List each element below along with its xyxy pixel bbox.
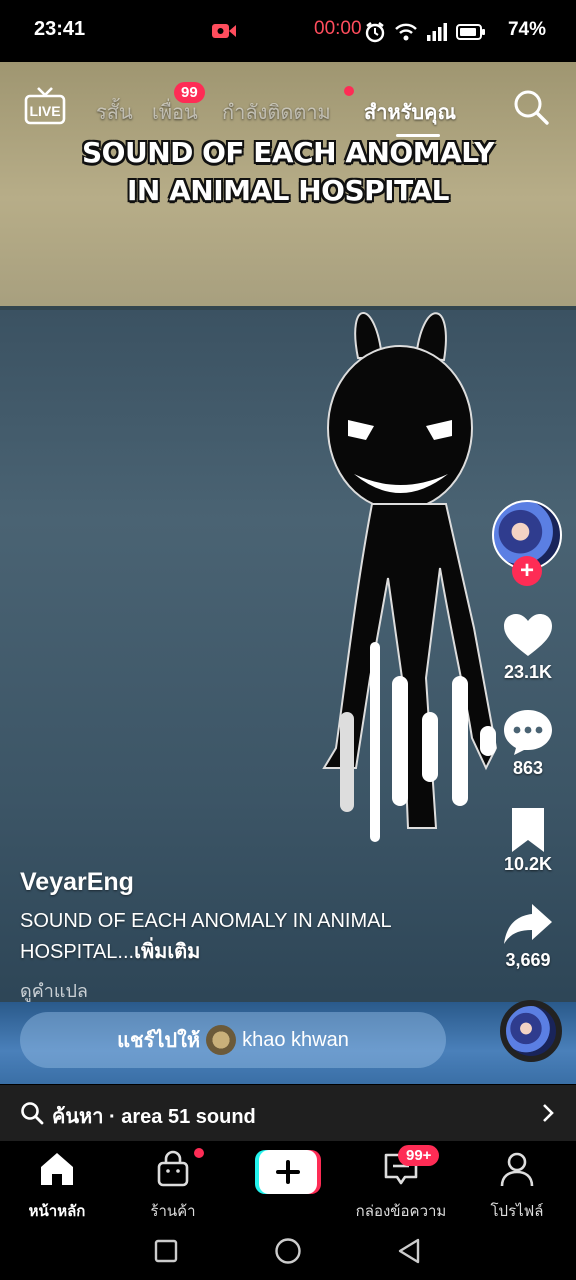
search-separator: · [103, 1106, 122, 1128]
screen-record-icon [212, 24, 236, 38]
following-notification-dot [344, 86, 354, 96]
share-pill-friend-name: khao khwan [242, 1028, 349, 1051]
follow-plus-button[interactable]: + [512, 556, 542, 586]
signal-icon [427, 23, 447, 41]
author-name[interactable]: VeyarEng [20, 868, 134, 897]
tab-for-you[interactable]: สำหรับคุณ [364, 96, 456, 128]
status-bar: 23:41 00:00 74% [0, 0, 576, 62]
top-feed-tabs: รสั้น เพื่อน กำลังติดตาม สำหรับคุณ [0, 86, 576, 130]
status-icons [364, 20, 486, 44]
share-to-friend-pill[interactable]: แชร์ไปให้ khao khwan [20, 1012, 446, 1068]
profile-icon [500, 1152, 534, 1187]
friends-notification-badge: 99 [174, 82, 205, 103]
like-count: 23.1K [503, 662, 553, 682]
share-pill-prefix: แชร์ไปให้ [117, 1030, 201, 1052]
search-icon [21, 1102, 44, 1125]
video-caption[interactable]: SOUND OF EACH ANOMALY IN ANIMAL HOSPITAL… [20, 906, 460, 968]
home-circle-icon[interactable] [274, 1237, 302, 1265]
see-more-link[interactable]: เพิ่มเติม [134, 941, 200, 963]
chevron-right-icon [543, 1104, 554, 1122]
search-icon[interactable] [512, 88, 550, 126]
audio-wave-overlay [340, 642, 496, 842]
clock: 23:41 [34, 18, 86, 40]
video-overlay-title: SOUND OF EACH ANOMALY IN ANIMAL HOSPITAL [81, 136, 495, 207]
shopping-bag-icon [157, 1150, 189, 1187]
share-arrow-icon[interactable] [502, 900, 554, 948]
nav-home[interactable]: หน้าหลัก [2, 1149, 112, 1220]
nav-profile[interactable]: โปรไฟล์ [462, 1149, 572, 1220]
bookmark-icon[interactable] [502, 806, 554, 854]
home-icon [41, 1153, 73, 1185]
translate-link[interactable]: ดูคำแปล [20, 976, 88, 1005]
friend-avatar [206, 1025, 237, 1055]
battery-icon [456, 24, 485, 40]
recording-timer: 00:00 [314, 18, 362, 39]
related-search-bar[interactable]: ค้นหา · area 51 sound [0, 1085, 576, 1141]
recent-apps-icon[interactable] [154, 1239, 178, 1263]
battery-percent: 74% [507, 19, 546, 40]
related-search-text: ค้นหา · area 51 sound [52, 1100, 256, 1132]
share-count: 3,669 [505, 950, 551, 970]
back-icon[interactable] [396, 1237, 422, 1265]
bookmark-count: 10.2K [503, 854, 553, 874]
wifi-icon [395, 23, 417, 41]
search-query: area 51 sound [121, 1106, 256, 1128]
active-tab-indicator [396, 134, 440, 137]
search-label: ค้นหา [52, 1106, 104, 1128]
system-navigation-bar [0, 1219, 576, 1280]
caption-text: SOUND OF EACH ANOMALY IN ANIMAL HOSPITAL… [20, 910, 391, 963]
tab-following[interactable]: กำลังติดตาม [222, 96, 331, 128]
shop-notification-dot [194, 1148, 204, 1158]
music-disc[interactable] [500, 1000, 562, 1062]
heart-icon[interactable] [502, 612, 554, 660]
alarm-icon [365, 22, 385, 43]
comment-count: 863 [512, 758, 544, 778]
inbox-notification-badge: 99+ [398, 1145, 440, 1166]
create-post-button[interactable] [255, 1150, 321, 1194]
tab-shorts[interactable]: รสั้น [96, 96, 133, 128]
comment-icon[interactable] [502, 708, 554, 756]
nav-shop[interactable]: ร้านค้า [118, 1149, 228, 1220]
